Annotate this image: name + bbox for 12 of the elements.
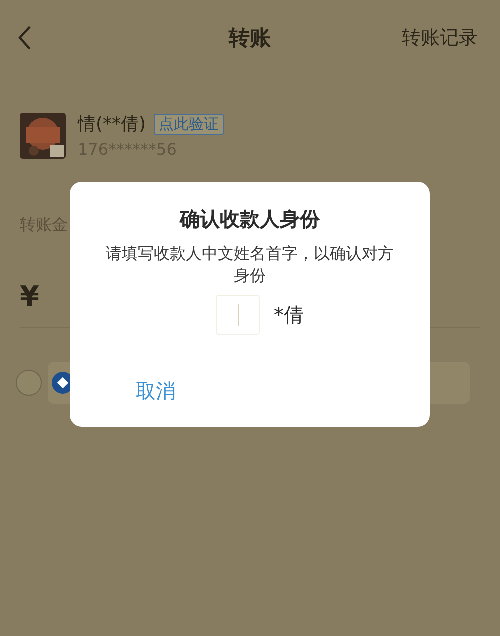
transfer-history-link[interactable]: 转账记录 — [402, 25, 478, 51]
payee-name: 情(**倩) — [78, 113, 146, 136]
page-title: 转账 — [229, 26, 271, 50]
input-field[interactable] — [216, 295, 260, 335]
radio-button[interactable] — [16, 370, 42, 396]
verify-button[interactable]: 点此验证 — [154, 114, 224, 134]
cancel-button[interactable]: 取消 — [128, 374, 184, 409]
dialog-title: 确认收款人身份 — [180, 206, 320, 233]
currency-symbol: ¥ — [20, 280, 40, 313]
masked-name: *倩 — [274, 302, 304, 328]
back-icon[interactable] — [18, 25, 32, 51]
dialog-message: 请填写收款人中文姓名首字，以确认对方身份 — [105, 243, 395, 287]
